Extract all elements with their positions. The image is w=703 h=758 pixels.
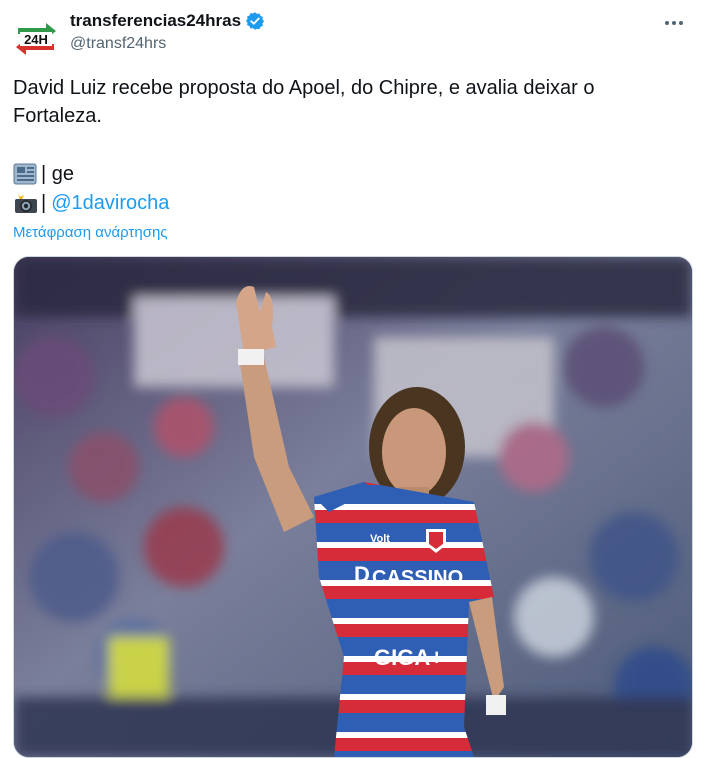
source-text: | ge (41, 163, 74, 185)
newspaper-icon (13, 162, 39, 186)
tweet-media-image[interactable]: D CASSINO GIGA+ Volt (13, 256, 693, 758)
shirt-sponsor: CASSINO (372, 567, 463, 589)
more-button[interactable] (657, 8, 691, 38)
tweet-text-line-2: Fortaleza. (13, 105, 102, 127)
avatar-text: 24H (24, 32, 48, 47)
avatar-logo-icon: 24H (12, 14, 60, 62)
tweet-text-line-1: David Luiz recebe proposta do Apoel, do … (13, 77, 595, 99)
shirt-lower-sponsor: GIGA+ (374, 645, 443, 670)
translate-post-link[interactable]: Μετάφραση ανάρτησης (13, 224, 168, 241)
photo-credit-line: | @1davirocha (13, 189, 169, 217)
display-name[interactable]: transferencias24hras (70, 11, 241, 31)
avatar[interactable]: 24H (12, 14, 60, 62)
tweet: 24H transferencias24hras @transf24hrs Da… (0, 0, 703, 758)
shirt-brand: Volt (370, 533, 390, 545)
source-line: | ge (13, 160, 74, 188)
photo-separator: | (41, 192, 47, 214)
name-row: transferencias24hras (70, 9, 265, 33)
shirt-sponsor-prefix: D (354, 562, 370, 587)
tweet-text: David Luiz recebe proposta do Apoel, do … (13, 74, 683, 130)
user-handle[interactable]: @transf24hrs (70, 35, 166, 53)
verified-badge-icon[interactable] (245, 11, 265, 31)
camera-flash-icon (13, 191, 39, 215)
photo-credit-mention[interactable]: @1davirocha (51, 189, 169, 217)
more-icon (665, 21, 683, 25)
